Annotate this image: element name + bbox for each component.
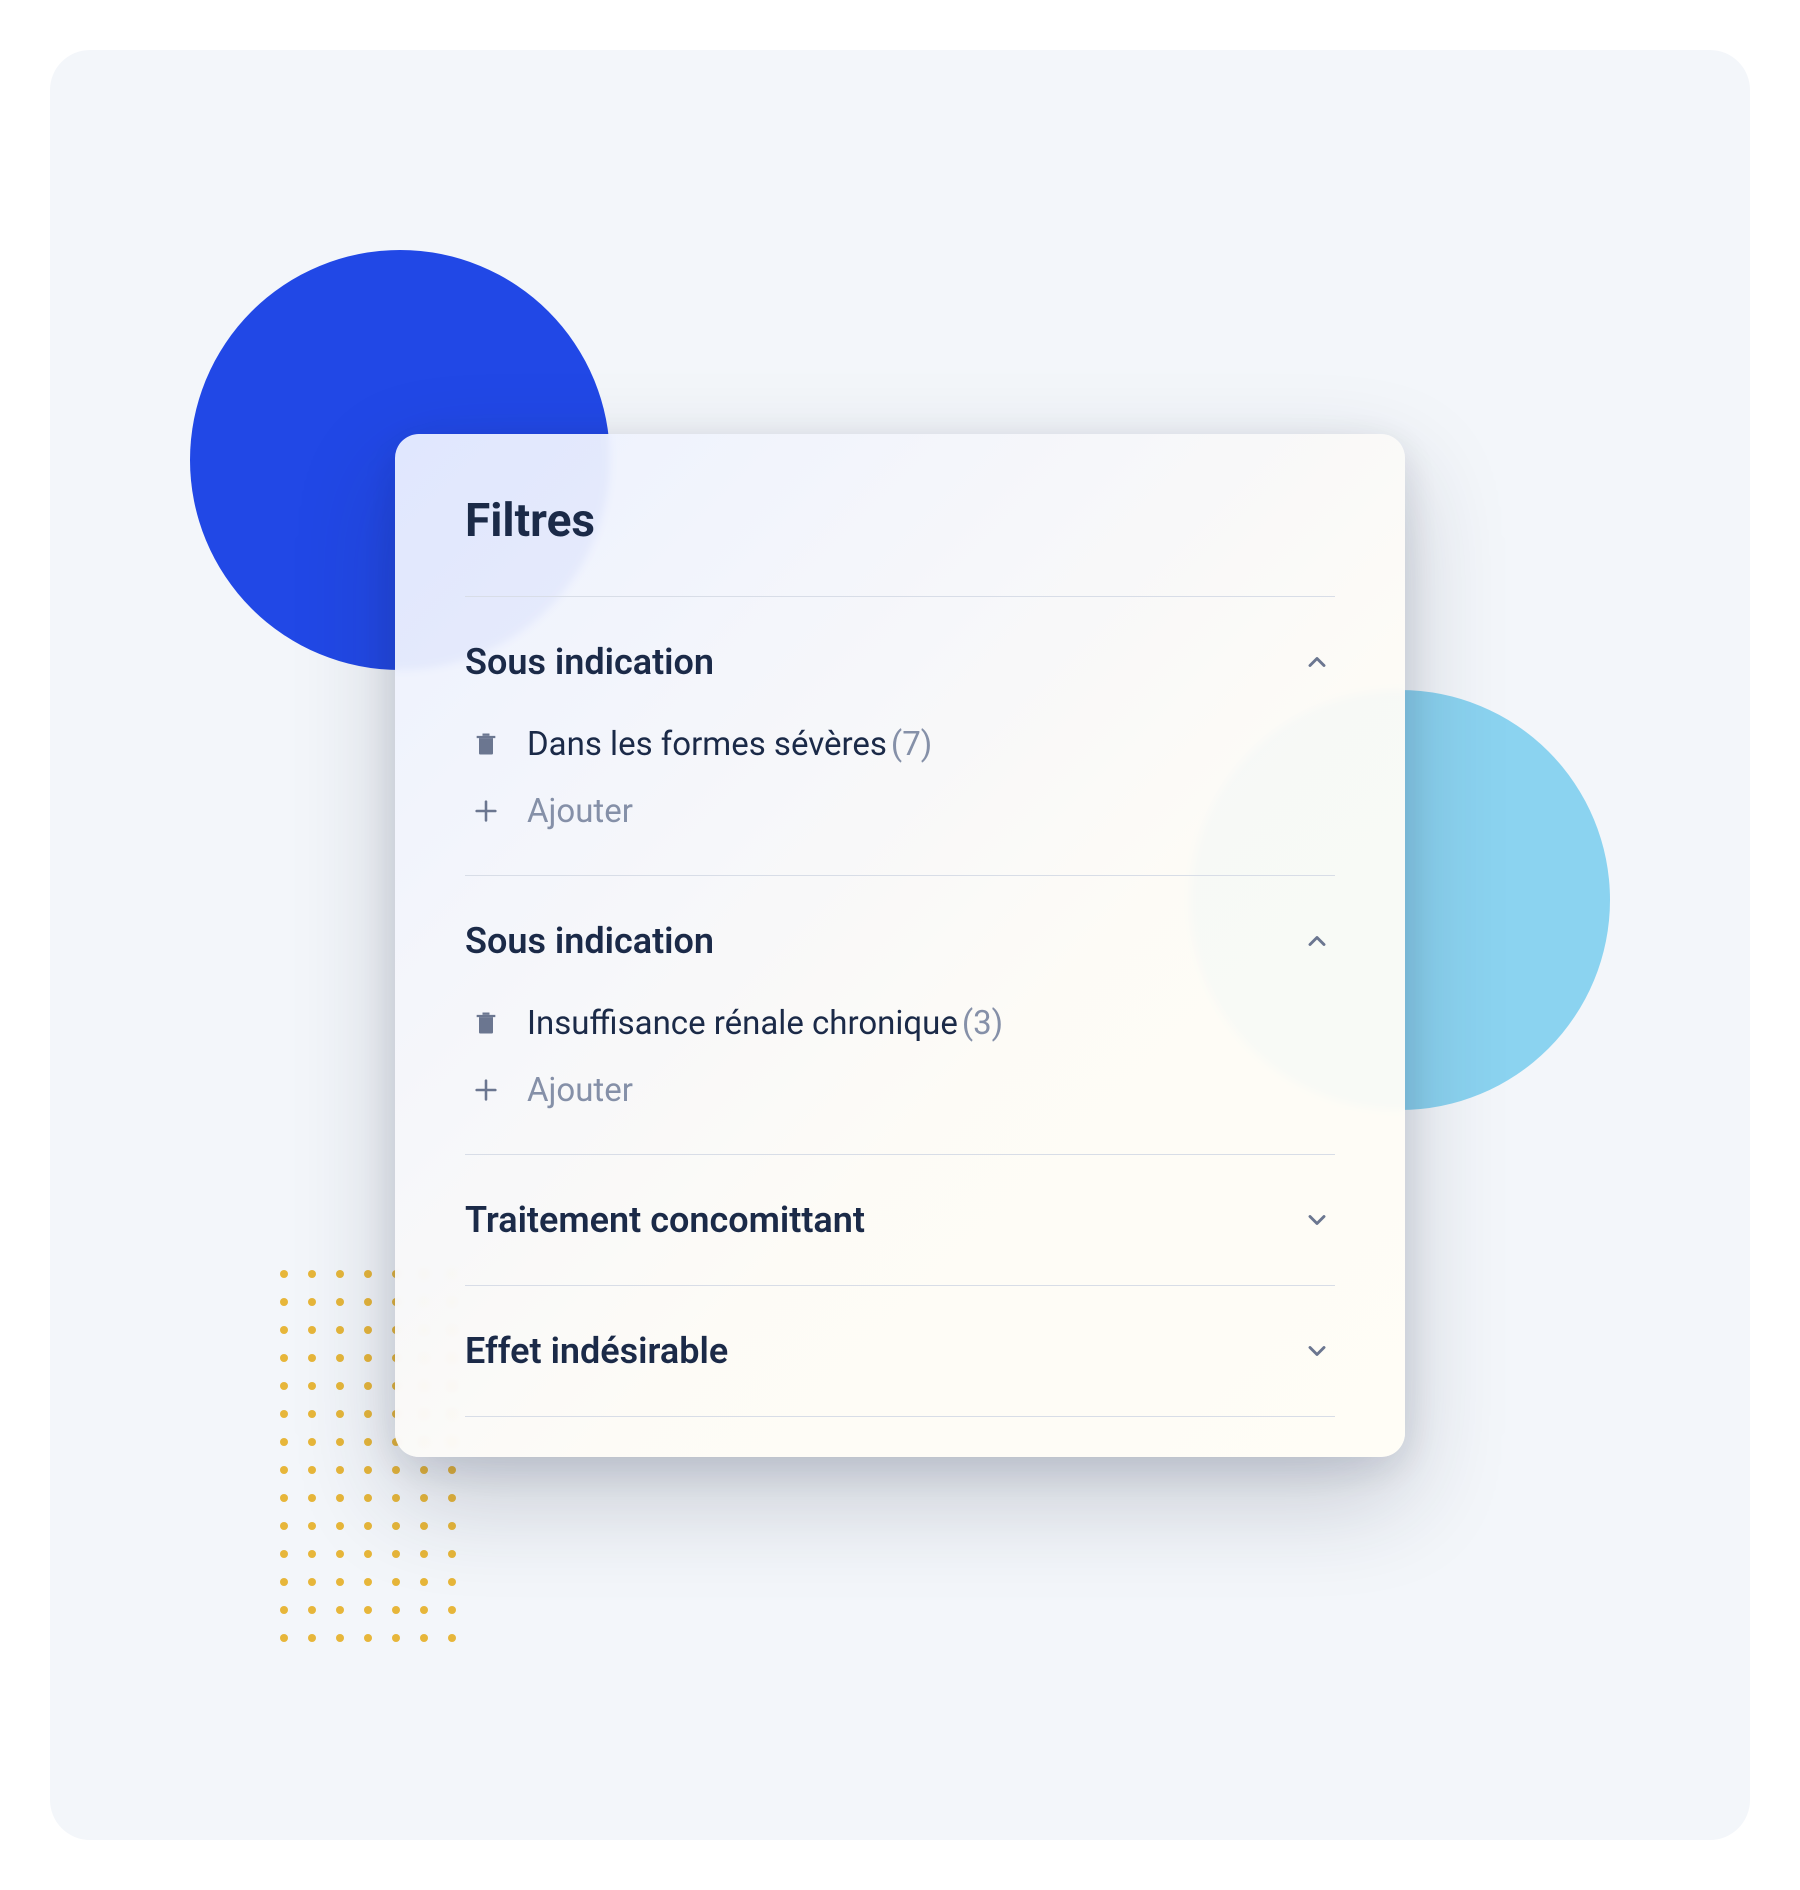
filter-item-text: Dans les formes sévères (7): [527, 725, 932, 764]
chevron-up-icon: [1299, 644, 1335, 680]
add-filter-label: Ajouter: [527, 1071, 633, 1110]
section-header[interactable]: Sous indication: [465, 641, 1335, 683]
trash-icon[interactable]: [469, 1008, 503, 1038]
filter-section-sous-indication-1: Sous indication Dans les formes sévères …: [465, 597, 1335, 875]
filter-item-count: (7): [891, 725, 932, 764]
filter-item-label: Dans les formes sévères: [527, 725, 887, 764]
chevron-down-icon: [1299, 1333, 1335, 1369]
stage-background: Filtres Sous indication Dans les formes …: [50, 50, 1750, 1840]
filter-item[interactable]: Dans les formes sévères (7): [465, 715, 1335, 774]
filter-section-effet: Effet indésirable: [465, 1286, 1335, 1416]
section-body: Insuffisance rénale chronique (3) Ajoute…: [465, 994, 1335, 1110]
filter-item-count: (3): [962, 1004, 1003, 1043]
filter-item-text: Insuffisance rénale chronique (3): [527, 1004, 1003, 1043]
section-header[interactable]: Sous indication: [465, 920, 1335, 962]
add-filter-label: Ajouter: [527, 792, 633, 831]
filter-item[interactable]: Insuffisance rénale chronique (3): [465, 994, 1335, 1053]
divider: [465, 1416, 1335, 1417]
plus-icon: [469, 1076, 503, 1104]
filter-section-sous-indication-2: Sous indication Insuffisance rénale chro…: [465, 876, 1335, 1154]
section-title: Effet indésirable: [465, 1330, 728, 1372]
section-header[interactable]: Traitement concomittant: [465, 1199, 1335, 1241]
plus-icon: [469, 797, 503, 825]
section-title: Sous indication: [465, 641, 714, 683]
filter-item-label: Insuffisance rénale chronique: [527, 1004, 958, 1043]
section-title: Traitement concomittant: [465, 1199, 865, 1241]
section-title: Sous indication: [465, 920, 714, 962]
section-body: Dans les formes sévères (7) Ajouter: [465, 715, 1335, 831]
filter-section-traitement: Traitement concomittant: [465, 1155, 1335, 1285]
filters-panel: Filtres Sous indication Dans les formes …: [395, 434, 1405, 1457]
section-header[interactable]: Effet indésirable: [465, 1330, 1335, 1372]
add-filter-button[interactable]: Ajouter: [465, 1057, 1335, 1110]
chevron-up-icon: [1299, 923, 1335, 959]
add-filter-button[interactable]: Ajouter: [465, 778, 1335, 831]
panel-title: Filtres: [465, 494, 1335, 548]
trash-icon[interactable]: [469, 729, 503, 759]
chevron-down-icon: [1299, 1202, 1335, 1238]
